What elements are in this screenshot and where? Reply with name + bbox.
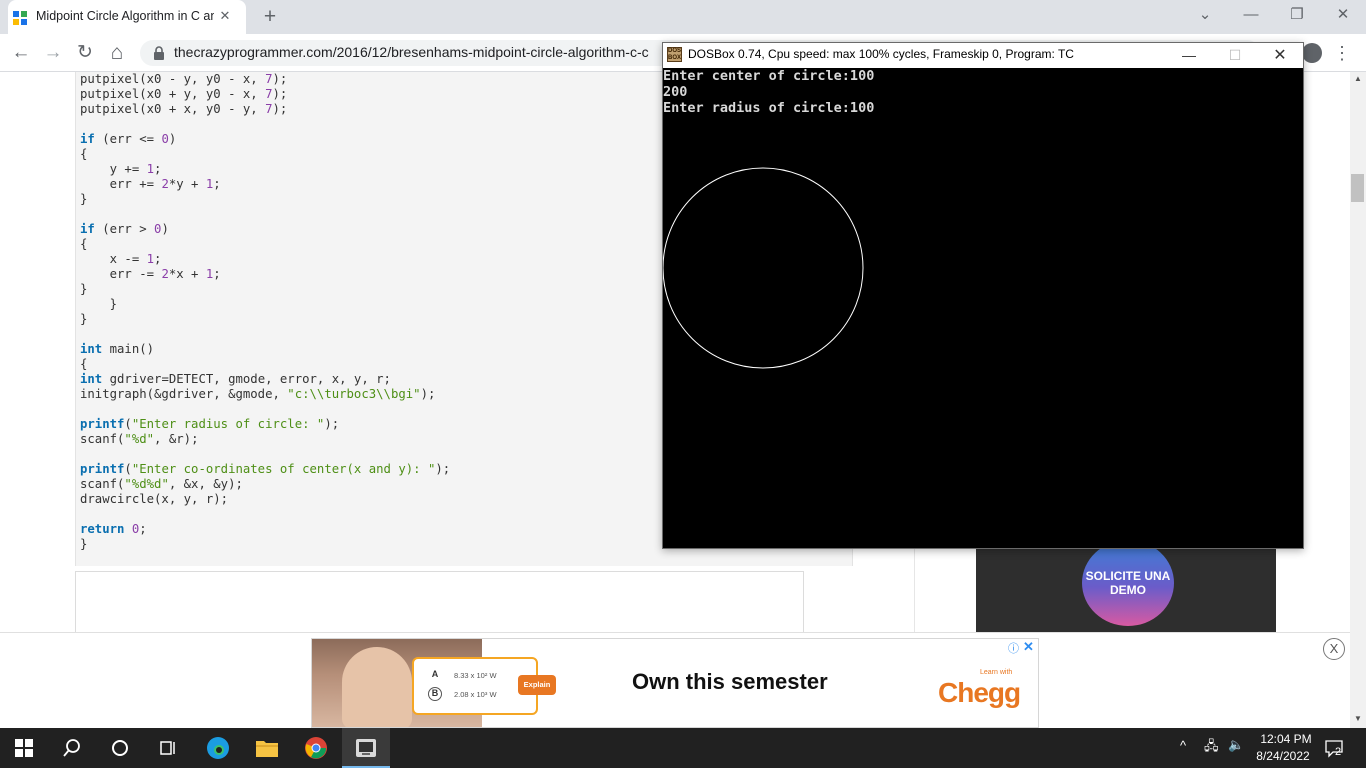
option-b-letter: B (428, 687, 442, 701)
notifications-icon[interactable]: 2 (1322, 736, 1346, 760)
code-line: } (80, 297, 118, 311)
profile-avatar-icon[interactable] (1302, 43, 1322, 63)
code-line: if (err <= 0) (80, 132, 177, 146)
code-line: initgraph(&gdriver, &gmode, "c:\\turboc3… (80, 387, 436, 401)
windows-start-icon[interactable] (0, 728, 48, 768)
notification-count: 2 (1335, 746, 1342, 758)
lock-icon[interactable] (152, 45, 166, 61)
option-a-text: 8.33 x 10² W (454, 671, 497, 680)
option-b-text: 2.08 x 10³ W (454, 690, 497, 699)
option-a-letter: A (428, 668, 442, 682)
banner-ad[interactable]: A 8.33 x 10² W B 2.08 x 10³ W Explain Ow… (311, 638, 1039, 728)
reload-button[interactable]: ↻ (72, 40, 98, 66)
dosbox-screen[interactable] (663, 68, 1303, 548)
code-line: err += 2*y + 1; (80, 177, 221, 191)
demo-button[interactable]: SOLICITE UNA DEMO (1082, 540, 1174, 626)
code-line: } (80, 192, 88, 206)
dosbox-maximize-button[interactable]: ☐ (1212, 43, 1258, 68)
banner-close-button[interactable]: X (1323, 638, 1345, 660)
dosbox-taskbar-icon (342, 728, 390, 768)
dosbox-minimize-button[interactable]: — (1166, 43, 1212, 68)
code-line: scanf("%d", &r); (80, 432, 199, 446)
close-window-button[interactable]: ✕ (1320, 0, 1366, 30)
console-line: Enter center of circle:100 (663, 68, 875, 84)
new-tab-button[interactable]: + (258, 5, 282, 29)
forward-button[interactable]: → (40, 40, 66, 66)
code-line: drawcircle(x, y, r); (80, 492, 229, 506)
code-line: err -= 2*x + 1; (80, 267, 221, 281)
ad-close-icon[interactable]: ✕ (1023, 639, 1034, 655)
code-line: printf("Enter radius of circle: "); (80, 417, 340, 431)
circle-canvas (663, 167, 864, 369)
minimize-button[interactable]: — (1228, 0, 1274, 30)
home-button[interactable]: ⌂ (104, 40, 130, 66)
volume-icon[interactable]: 🔈 (1228, 737, 1244, 753)
code-line: if (err > 0) (80, 222, 169, 236)
dosbox-title: DOSBox 0.74, Cpu speed: max 100% cycles,… (688, 47, 1074, 61)
tab-search-dropdown-icon[interactable]: ⌄ (1182, 0, 1228, 30)
code-line: { (80, 147, 88, 161)
task-view-icon[interactable] (144, 728, 192, 768)
drawn-circle (663, 167, 864, 369)
code-line: } (80, 537, 88, 551)
code-line: } (80, 312, 88, 326)
code-line: putpixel(x0 + x, y0 - y, 7); (80, 102, 288, 116)
file-explorer-icon[interactable] (243, 728, 291, 768)
ad-headline: Own this semester (632, 669, 828, 694)
page-scrollbar[interactable] (1350, 72, 1366, 728)
clock-date[interactable]: 8/24/2022 (1252, 749, 1314, 763)
tray-expand-icon[interactable]: ^ (1180, 738, 1186, 753)
ad-info-icon[interactable]: ⓘ (1008, 640, 1019, 656)
code-line: putpixel(x0 - y, y0 - x, 7); (80, 72, 288, 86)
browser-menu-icon[interactable]: ⋮ (1332, 40, 1352, 66)
edge-icon[interactable] (194, 728, 242, 768)
brand-tagline: Learn with (980, 669, 1013, 676)
site-favicon-icon (13, 11, 27, 25)
clock-time[interactable]: 12:04 PM (1258, 732, 1314, 746)
code-line: int main() (80, 342, 155, 356)
explain-button[interactable]: Explain (518, 675, 556, 695)
scroll-thumb[interactable] (1351, 174, 1364, 202)
code-line: y += 1; (80, 162, 162, 176)
code-line: return 0; (80, 522, 147, 536)
chegg-logo: Chegg (938, 677, 1021, 708)
code-line: scanf("%d%d", &x, &y); (80, 477, 243, 491)
console-line: Enter radius of circle:100 (663, 100, 875, 116)
restore-button[interactable]: ❐ (1274, 0, 1320, 30)
network-icon[interactable]: 🖧 (1204, 737, 1219, 759)
tab-title: Midpoint Circle Algorithm in C an (36, 9, 214, 23)
back-button[interactable]: ← (8, 40, 34, 66)
code-line: { (80, 357, 88, 371)
dosbox-app-icon: DOS BOX (667, 47, 682, 62)
url-text[interactable]: thecrazyprogrammer.com/2016/12/bresenham… (174, 44, 664, 60)
cortana-icon[interactable] (96, 728, 144, 768)
console-line: 200 (663, 84, 688, 100)
code-line: printf("Enter co-ordinates of center(x a… (80, 462, 451, 476)
code-line: } (80, 282, 88, 296)
chrome-icon[interactable] (292, 728, 340, 768)
ad-person-image (342, 647, 412, 727)
search-icon[interactable] (48, 728, 96, 768)
code-line: putpixel(x0 + y, y0 - x, 7); (80, 87, 288, 101)
code-line: { (80, 237, 88, 251)
scroll-down-icon[interactable]: ▼ (1350, 712, 1366, 726)
code-listing: putpixel(x0 - y, y0 - x, 7); putpixel(x0 … (80, 72, 450, 552)
tab-close-icon[interactable]: ✕ (216, 7, 234, 25)
code-line: x -= 1; (80, 252, 162, 266)
scroll-up-icon[interactable]: ▲ (1350, 72, 1366, 86)
code-line: int gdriver=DETECT, gmode, error, x, y, … (80, 372, 391, 386)
dosbox-close-button[interactable]: ✕ (1257, 43, 1303, 68)
